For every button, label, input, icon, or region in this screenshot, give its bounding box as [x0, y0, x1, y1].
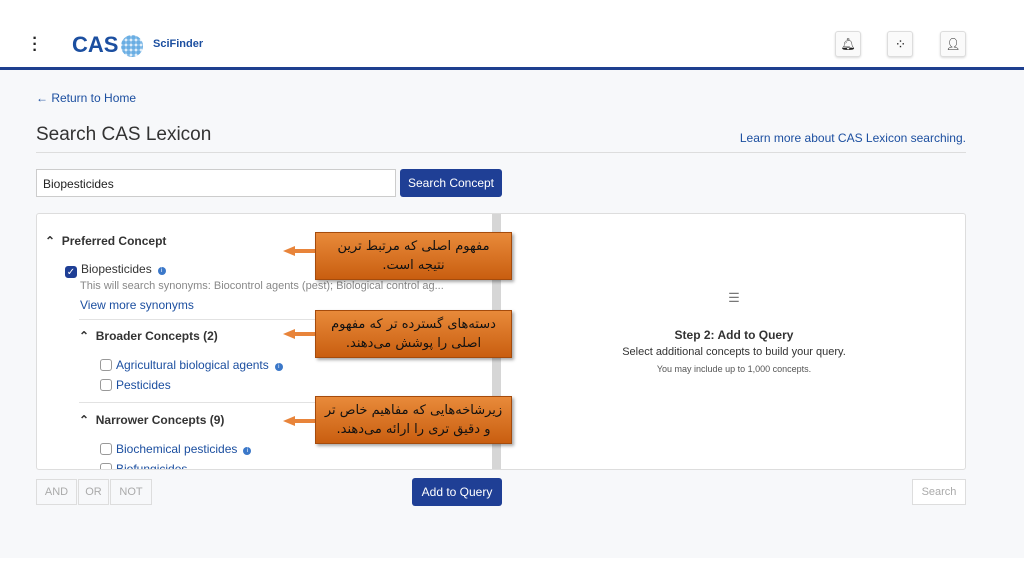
cas-logo-mark-icon — [121, 35, 143, 57]
bell-icon[interactable]: 🔔︎ — [835, 31, 861, 57]
search-input[interactable]: Biopesticides — [36, 169, 396, 197]
preferred-concept-item[interactable]: ✓ Biopesticides i — [65, 262, 166, 278]
page: · · · CAS SciFinder 🔔︎ ⁘ 👤︎ ← Return to Ho… — [0, 20, 1024, 558]
view-more-synonyms-link[interactable]: View more synonyms — [80, 298, 194, 312]
chevron-up-icon: ⌃ — [79, 329, 90, 343]
info-icon[interactable]: i — [157, 267, 166, 275]
concept-label: Biopesticides — [81, 262, 152, 276]
learn-more-link[interactable]: Learn more about CAS Lexicon searching. — [740, 131, 966, 145]
kebab-menu-icon[interactable]: · · · — [31, 31, 39, 59]
or-button[interactable]: OR — [78, 479, 109, 505]
chevron-up-icon: ⌃ — [45, 234, 56, 248]
step2-subtitle: Select additional concepts to build your… — [622, 346, 846, 358]
concept-label: Biochemical pesticides — [116, 442, 238, 456]
concept-label: Pesticides — [116, 378, 171, 392]
top-header: · · · CAS SciFinder 🔔︎ ⁘ 👤︎ — [0, 20, 1024, 70]
arrow-left-icon — [283, 246, 315, 256]
apps-grid-icon[interactable]: ⁘ — [887, 31, 913, 57]
return-home-link[interactable]: ← Return to Home — [36, 91, 136, 105]
callout-broader: دسته‌های گسترده تر که مفهوم اصلی را پوشش… — [315, 310, 512, 358]
search-button[interactable]: Search — [912, 479, 966, 505]
synonyms-text: This will search synonyms: Biocontrol ag… — [80, 280, 444, 292]
checkbox[interactable] — [100, 379, 112, 391]
preferred-concept-toggle[interactable]: ⌃ Preferred Concept — [45, 234, 166, 248]
user-icon[interactable]: 👤︎ — [940, 31, 966, 57]
section-label: Broader Concepts (2) — [95, 329, 218, 343]
section-label: Narrower Concepts (9) — [95, 413, 225, 427]
chevron-up-icon: ⌃ — [79, 413, 90, 427]
broader-concepts-toggle[interactable]: ⌃ Broader Concepts (2) — [79, 329, 218, 343]
concept-label: Agricultural biological agents — [116, 358, 269, 372]
add-to-query-button[interactable]: Add to Query — [412, 478, 502, 506]
and-button[interactable]: AND — [36, 479, 77, 505]
product-name: SciFinder — [153, 38, 204, 50]
concept-item[interactable]: Pesticides — [100, 378, 171, 392]
arrow-left-icon — [283, 416, 315, 426]
section-label: Preferred Concept — [61, 234, 167, 248]
callout-preferred: مفهوم اصلی که مرتبط ترین نتیجه است. — [315, 232, 512, 280]
step2-panel: ☰ Step 2: Add to Query Select additional… — [501, 214, 965, 469]
checkbox[interactable] — [100, 443, 112, 455]
concept-item[interactable]: Agricultural biological agents i — [100, 358, 283, 372]
search-concept-button[interactable]: Search Concept — [400, 169, 502, 197]
page-title: Search CAS Lexicon — [36, 124, 212, 145]
list-icon: ☰ — [728, 290, 740, 305]
step2-title: Step 2: Add to Query — [674, 328, 794, 342]
not-button[interactable]: NOT — [110, 479, 152, 505]
concept-item[interactable]: Biofungicides — [100, 462, 188, 470]
checkbox[interactable] — [100, 463, 112, 469]
narrower-concepts-toggle[interactable]: ⌃ Narrower Concepts (9) — [79, 413, 224, 427]
concept-item[interactable]: Biochemical pesticides i — [100, 442, 252, 456]
arrow-left-icon — [283, 329, 315, 339]
step2-note: You may include up to 1,000 concepts. — [656, 364, 812, 374]
concept-label: Biofungicides — [116, 462, 188, 470]
cas-logo[interactable]: CAS — [72, 32, 118, 58]
info-icon[interactable]: i — [243, 447, 252, 455]
checkbox[interactable] — [100, 359, 112, 371]
divider — [36, 152, 966, 153]
info-icon[interactable]: i — [274, 363, 283, 371]
checkbox-checked[interactable]: ✓ — [65, 266, 77, 278]
callout-narrower: زیرشاخه‌هایی که مفاهیم خاص تر و دقیق تری… — [315, 396, 512, 444]
